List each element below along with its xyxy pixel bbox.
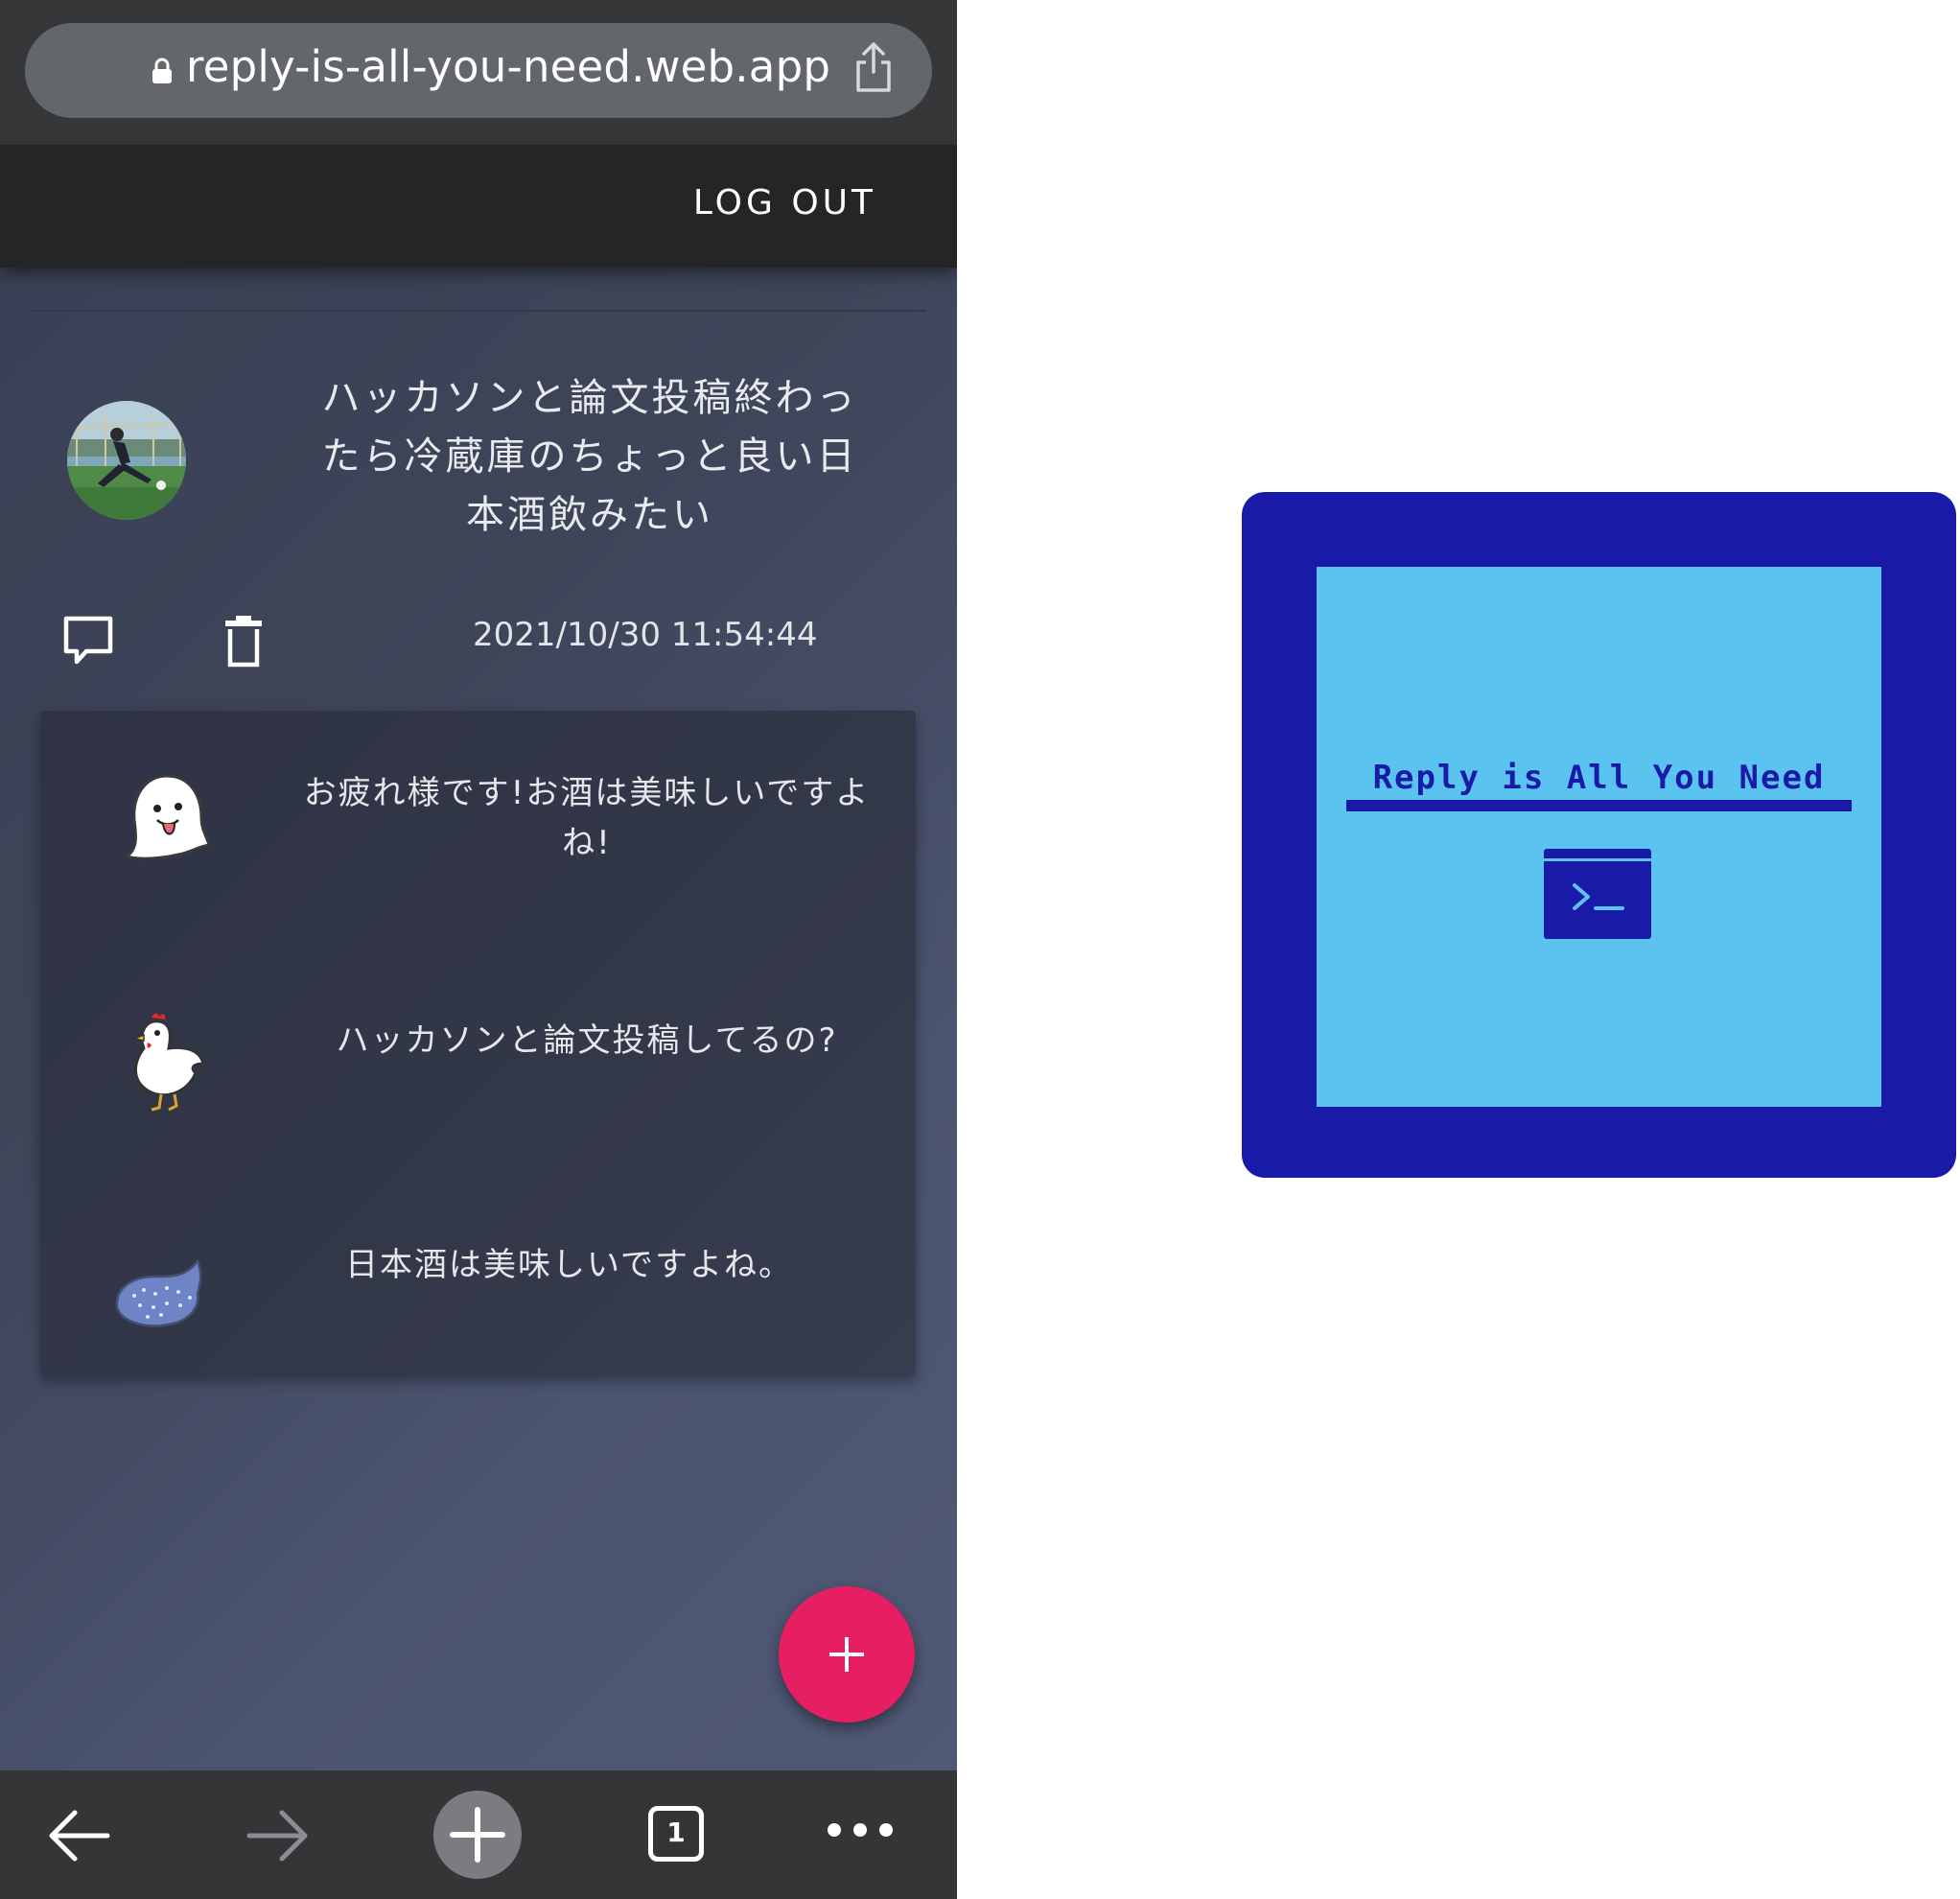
reply-text: ハッカソンと論文投稿してるの? xyxy=(336,1021,838,1060)
new-tab-button[interactable] xyxy=(433,1791,522,1879)
more-options-icon[interactable] xyxy=(825,1820,896,1840)
comment-icon[interactable] xyxy=(61,614,115,668)
lock-icon xyxy=(152,58,172,83)
trash-icon[interactable] xyxy=(223,614,264,668)
user-avatar xyxy=(67,401,186,520)
share-icon[interactable] xyxy=(852,41,896,93)
add-post-button[interactable] xyxy=(779,1586,915,1723)
reply-text: お疲れ様です!お酒は美味しいですよね! xyxy=(303,774,871,862)
logo-underline xyxy=(1346,800,1852,811)
replies-card: お疲れ様です!お酒は美味しいですよね! ハッカソンと論文投稿してるの? 日本酒は… xyxy=(40,711,916,1375)
tabs-button[interactable]: 1 xyxy=(648,1806,704,1862)
whale-shark-icon xyxy=(115,1258,202,1327)
browser-url-area: reply-is-all-you-need.web.app xyxy=(0,0,957,145)
app-bar: LOG OUT xyxy=(0,145,957,268)
plus-icon xyxy=(450,1807,505,1863)
url-text[interactable]: reply-is-all-you-need.web.app xyxy=(186,41,830,92)
ghost-icon xyxy=(123,774,211,860)
logout-button[interactable]: LOG OUT xyxy=(693,183,876,223)
logo-title: Reply is All You Need xyxy=(1372,759,1826,797)
tab-count: 1 xyxy=(666,1817,686,1848)
chicken-icon xyxy=(131,1013,205,1112)
browser-toolbar: 1 xyxy=(0,1770,957,1899)
post-timestamp: 2021/10/30 11:54:44 xyxy=(473,616,818,654)
forward-arrow-icon[interactable] xyxy=(245,1809,309,1863)
plus-icon xyxy=(829,1637,864,1672)
post-text: ハッカソンと論文投稿終わったら冷蔵庫のちょっと良い日本酒飲みたい xyxy=(321,376,858,537)
reply-text: 日本酒は美味しいですよね。 xyxy=(345,1246,793,1284)
divider xyxy=(29,310,926,312)
logo-screen: Reply is All You Need xyxy=(1317,567,1881,1107)
app-logo: Reply is All You Need xyxy=(1242,492,1956,1178)
back-arrow-icon[interactable] xyxy=(48,1809,111,1863)
phone-screenshot: reply-is-all-you-need.web.app LOG OUT ハッ… xyxy=(0,0,957,1899)
terminal-icon xyxy=(1544,849,1651,939)
